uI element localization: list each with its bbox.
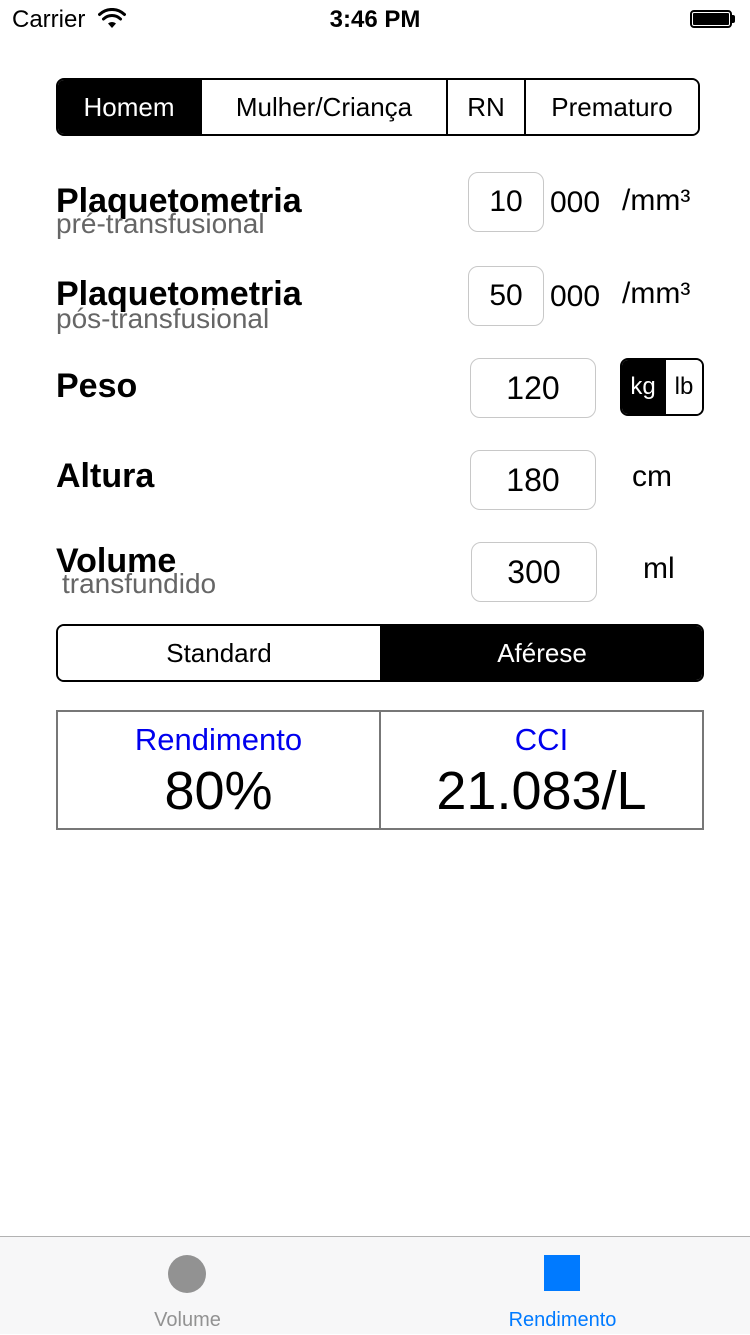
- tab-volume[interactable]: Volume: [0, 1237, 375, 1335]
- height-unit: cm: [632, 460, 672, 493]
- segment-rn[interactable]: RN: [446, 80, 524, 134]
- post-platelet-suffix: 000: [550, 280, 601, 313]
- cci-value: 21.083/L: [436, 761, 647, 821]
- cci-title: CCI: [514, 722, 569, 757]
- clock: 3:46 PM: [329, 6, 421, 33]
- yield-result: Rendimento 80%: [58, 712, 379, 828]
- post-platelet-unit: /mm³: [622, 277, 691, 310]
- patient-type-segmented-control: Homem Mulher/Criança RN Prematuro: [56, 78, 700, 136]
- tab-volume-label: Volume: [154, 1309, 221, 1331]
- segment-aferese[interactable]: Aférese: [380, 626, 702, 680]
- square-icon: [544, 1255, 580, 1291]
- pre-platelet-input[interactable]: 10: [468, 172, 544, 232]
- volume-unit: ml: [643, 552, 675, 585]
- tab-bar: Volume Rendimento: [0, 1236, 750, 1334]
- circle-icon: [168, 1255, 206, 1293]
- tab-rendimento-label: Rendimento: [508, 1309, 617, 1331]
- pre-platelet-suffix: 000: [550, 186, 601, 219]
- yield-title: Rendimento: [134, 722, 303, 757]
- volume-sublabel: transfundido: [62, 568, 217, 599]
- weight-unit-segmented-control: kg lb: [620, 358, 704, 416]
- segment-lb[interactable]: lb: [664, 360, 702, 414]
- transfusion-type-segmented-control: Standard Aférese: [56, 624, 704, 682]
- weight-input[interactable]: 120: [470, 358, 596, 418]
- segment-homem[interactable]: Homem: [58, 80, 200, 134]
- results-panel: Rendimento 80% CCI 21.083/L: [56, 710, 704, 830]
- segment-mulher-crianca[interactable]: Mulher/Criança: [200, 80, 446, 134]
- post-platelet-input[interactable]: 50: [468, 266, 544, 326]
- segment-prematuro[interactable]: Prematuro: [524, 80, 698, 134]
- post-platelet-sublabel: pós-transfusional: [56, 303, 270, 334]
- segment-kg[interactable]: kg: [622, 360, 664, 414]
- yield-value: 80%: [164, 761, 273, 821]
- segment-standard[interactable]: Standard: [58, 626, 380, 680]
- cci-result: CCI 21.083/L: [379, 712, 702, 828]
- height-input[interactable]: 180: [470, 450, 596, 510]
- weight-label: Peso: [56, 367, 138, 405]
- battery-icon: [690, 10, 735, 30]
- pre-platelet-unit: /mm³: [622, 184, 691, 217]
- height-label: Altura: [56, 457, 155, 495]
- volume-input[interactable]: 300: [471, 542, 597, 602]
- status-bar: Carrier 3:46 PM: [0, 0, 750, 40]
- pre-platelet-sublabel: pré-transfusional: [56, 208, 265, 239]
- tab-rendimento[interactable]: Rendimento: [375, 1237, 750, 1335]
